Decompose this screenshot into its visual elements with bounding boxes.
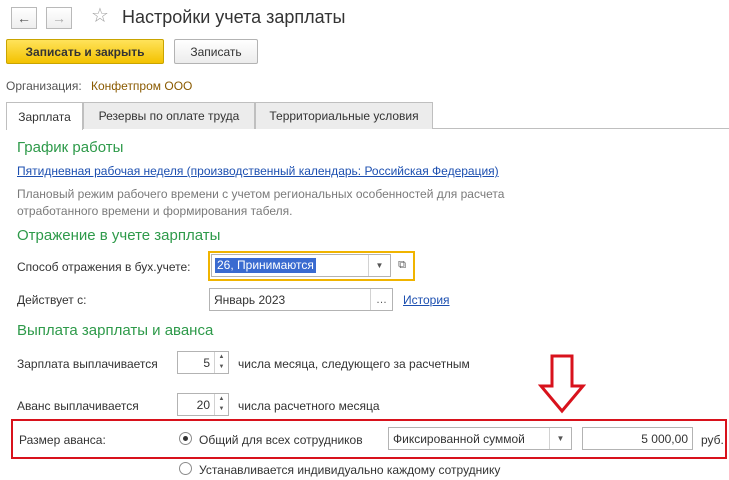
back-button[interactable]: ←	[11, 7, 37, 29]
advance-day-value: 20	[196, 398, 210, 412]
option-common-label[interactable]: Общий для всех сотрудников	[199, 433, 363, 447]
schedule-hint-line2: отработанного времени и формирования таб…	[17, 204, 293, 218]
tab-labor-reserves[interactable]: Резервы по оплате труда	[83, 102, 255, 129]
forward-button[interactable]: →	[46, 7, 72, 29]
advance-size-label: Размер аванса:	[19, 433, 106, 447]
save-and-close-button[interactable]: Записать и закрыть	[6, 39, 164, 64]
effective-from-field[interactable]: Январь 2023 …	[209, 288, 393, 311]
spin-arrows-icon[interactable]: ▲ ▼	[214, 394, 228, 415]
salary-day-stepper[interactable]: 5 ▲ ▼	[177, 351, 229, 374]
open-item-icon[interactable]: ⧉	[393, 256, 411, 274]
organization-label: Организация:	[6, 79, 82, 93]
effective-from-label: Действует с:	[17, 293, 87, 307]
advance-method-value: Фиксированной суммой	[393, 432, 525, 446]
effective-from-value: Январь 2023	[214, 293, 286, 307]
history-link[interactable]: История	[403, 293, 450, 307]
advance-amount-input[interactable]: 5 000,00	[582, 427, 693, 450]
tab-salary[interactable]: Зарплата	[6, 102, 83, 130]
schedule-heading: График работы	[17, 139, 124, 156]
accounting-method-label: Способ отражения в бух.учете:	[17, 260, 191, 274]
chevron-down-icon[interactable]: ▼	[549, 428, 571, 449]
salary-day-suffix: числа месяца, следующего за расчетным	[238, 357, 470, 371]
work-schedule-link[interactable]: Пятидневная рабочая неделя (производстве…	[17, 164, 499, 178]
advance-paid-label: Аванс выплачивается	[17, 399, 139, 413]
page-title: Настройки учета зарплаты	[122, 7, 346, 27]
save-button[interactable]: Записать	[174, 39, 258, 64]
currency-label: руб.	[701, 433, 724, 447]
radio-common[interactable]	[179, 432, 192, 445]
spin-arrows-icon[interactable]: ▲ ▼	[214, 352, 228, 373]
radio-individual[interactable]	[179, 462, 192, 475]
payment-heading: Выплата зарплаты и аванса	[17, 322, 214, 339]
favorite-star-icon[interactable]: ☆	[91, 5, 109, 27]
accounting-method-value: 26, Принимаются	[215, 258, 316, 273]
advance-amount-value: 5 000,00	[641, 432, 688, 446]
advance-method-select[interactable]: Фиксированной суммой ▼	[388, 427, 572, 450]
salary-paid-label: Зарплата выплачивается	[17, 357, 158, 371]
organization-value[interactable]: Конфетпром ООО	[91, 79, 192, 93]
chevron-down-icon[interactable]: ▼	[368, 255, 390, 276]
arrow-left-icon: ←	[17, 10, 31, 26]
salary-day-value: 5	[203, 356, 210, 370]
advance-day-stepper[interactable]: 20 ▲ ▼	[177, 393, 229, 416]
tab-territorial-conditions[interactable]: Территориальные условия	[255, 102, 433, 129]
option-individual-label[interactable]: Устанавливается индивидуально каждому со…	[199, 463, 500, 477]
arrow-right-icon: →	[52, 10, 66, 26]
schedule-hint-line1: Плановый режим рабочего времени с учетом…	[17, 187, 505, 201]
arrow-down-icon	[538, 354, 586, 414]
accounting-method-select[interactable]: 26, Принимаются ▼	[211, 254, 391, 277]
accounting-heading: Отражение в учете зарплаты	[17, 227, 221, 244]
ellipsis-icon[interactable]: …	[370, 289, 392, 310]
advance-day-suffix: числа расчетного месяца	[238, 399, 380, 413]
